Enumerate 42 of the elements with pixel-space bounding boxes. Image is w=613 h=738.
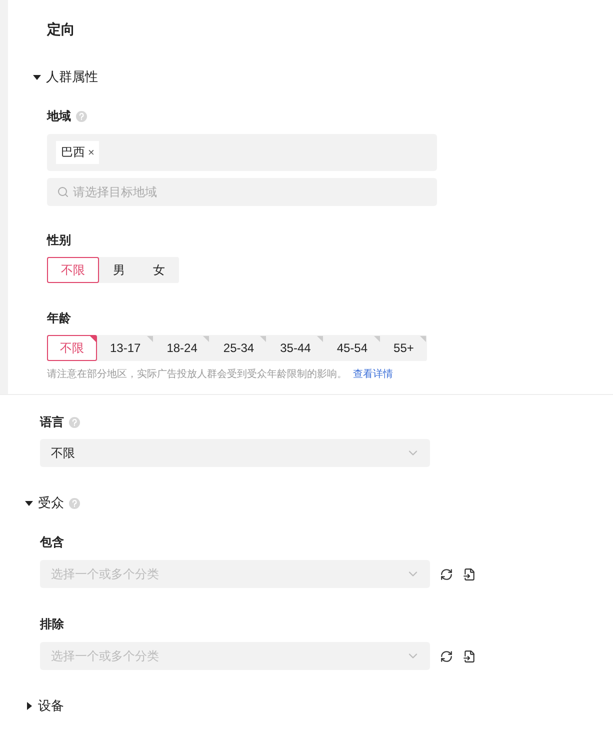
tag-label: 巴西 (61, 144, 85, 161)
field-label: 排除 (40, 616, 64, 632)
language-select[interactable]: 不限 (40, 439, 430, 467)
option-button[interactable]: 13-17 (97, 335, 154, 361)
refresh-icon[interactable] (440, 568, 453, 580)
field-label: 语言 (40, 414, 64, 430)
file-import-icon[interactable] (463, 650, 476, 662)
option-button[interactable]: 35-44 (267, 335, 324, 361)
section-title: 定向 (47, 20, 76, 39)
search-field[interactable]: 请选择目标地域 (47, 178, 437, 206)
field-label: 性别 (47, 232, 71, 248)
group-title[interactable]: 受众 (38, 494, 64, 512)
field-label: 包含 (40, 534, 64, 550)
file-import-icon[interactable] (463, 568, 476, 580)
option-button[interactable]: 18-24 (154, 335, 210, 361)
caret-down-icon[interactable] (25, 499, 33, 507)
option-button[interactable]: 55+ (380, 335, 427, 361)
corner-mark-icon (90, 336, 96, 342)
caret-down-icon[interactable] (33, 73, 41, 81)
option-button[interactable]: 45-54 (324, 335, 381, 361)
details-link[interactable]: 查看详情 (353, 369, 393, 380)
group-title[interactable]: 设备 (38, 697, 64, 715)
option-button[interactable]: 25-34 (210, 335, 268, 361)
tag-input[interactable]: 巴西 × (47, 134, 437, 171)
option-button[interactable]: 不限 (47, 257, 99, 283)
refresh-icon[interactable] (440, 650, 453, 662)
corner-mark-icon (374, 336, 380, 342)
corner-mark-icon (146, 336, 153, 342)
corner-mark-icon (260, 336, 266, 342)
corner-mark-icon (420, 336, 426, 342)
field-label: 地域 (47, 108, 71, 124)
corner-mark-icon (203, 336, 210, 342)
corner-mark-icon (316, 336, 323, 342)
search-icon (57, 186, 69, 198)
remove-tag-button[interactable]: × (88, 146, 94, 158)
group-title[interactable]: 人群属性 (46, 68, 98, 86)
field-label: 年龄 (47, 310, 71, 326)
caret-right-icon[interactable] (25, 702, 33, 710)
option-button[interactable]: 不限 (47, 335, 97, 361)
age-note: 请注意在部分地区，实际广告投放人群会受到受众年龄限制的影响。 查看详情 (47, 368, 394, 381)
option-button[interactable]: 男 (99, 257, 139, 283)
option-button[interactable]: 女 (139, 257, 179, 283)
